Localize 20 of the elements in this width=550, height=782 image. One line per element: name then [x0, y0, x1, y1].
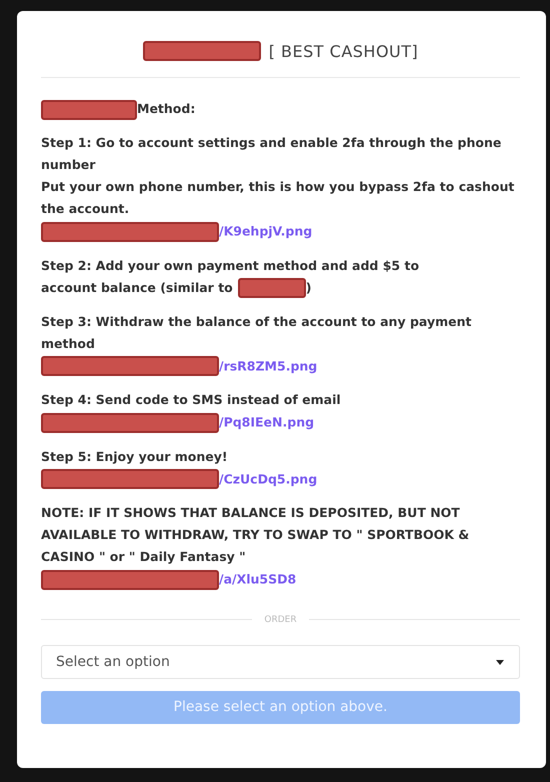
divider-label: ORDER — [264, 614, 297, 625]
image-link[interactable]: /rsR8ZM5.png — [219, 358, 318, 374]
image-link[interactable]: /K9ehpjV.png — [219, 224, 312, 239]
image-link[interactable]: /a/Xlu5SD8 — [219, 572, 296, 587]
caret-icon — [495, 658, 505, 666]
instruction-text: Put your own phone number, this is how you bypass 2fa to cashout the account. — [41, 179, 514, 216]
instruction-text: ) — [306, 280, 312, 295]
instruction-text: Step 3: Withdraw the balance of the account to any payment method — [41, 314, 472, 351]
instruction-text: NOTE: IF IT SHOWS THAT BALANCE IS DEPOSITED, BUT NOT AVAILABLE TO WITHDRAW, TRY TO SWAP TO " SPORTBOOK & CASINO " or " Daily Fantasy " — [41, 505, 470, 564]
instruction-text: Method: — [137, 101, 196, 116]
instruction-text: account balance (similar to — [41, 280, 233, 295]
image-link[interactable]: /Pq8IEeN.png — [219, 414, 314, 430]
option-select[interactable]: Select an option — [41, 644, 520, 679]
image-link[interactable]: /CzUcDq5.png — [219, 471, 318, 486]
instruction-text: Step 5: Enjoy your money! — [41, 448, 228, 464]
modal-title: [ BEST CASHOUT] — [268, 42, 418, 60]
instruction-text: Step 4: Send code to SMS instead of email — [41, 392, 341, 408]
instruction-text: Step 1: Go to account settings and enable 2fa through the phone number — [41, 135, 502, 172]
instruction-text: Step 2: Add your own payment method and add $5 to — [41, 258, 420, 273]
redaction-bar — [238, 278, 306, 298]
